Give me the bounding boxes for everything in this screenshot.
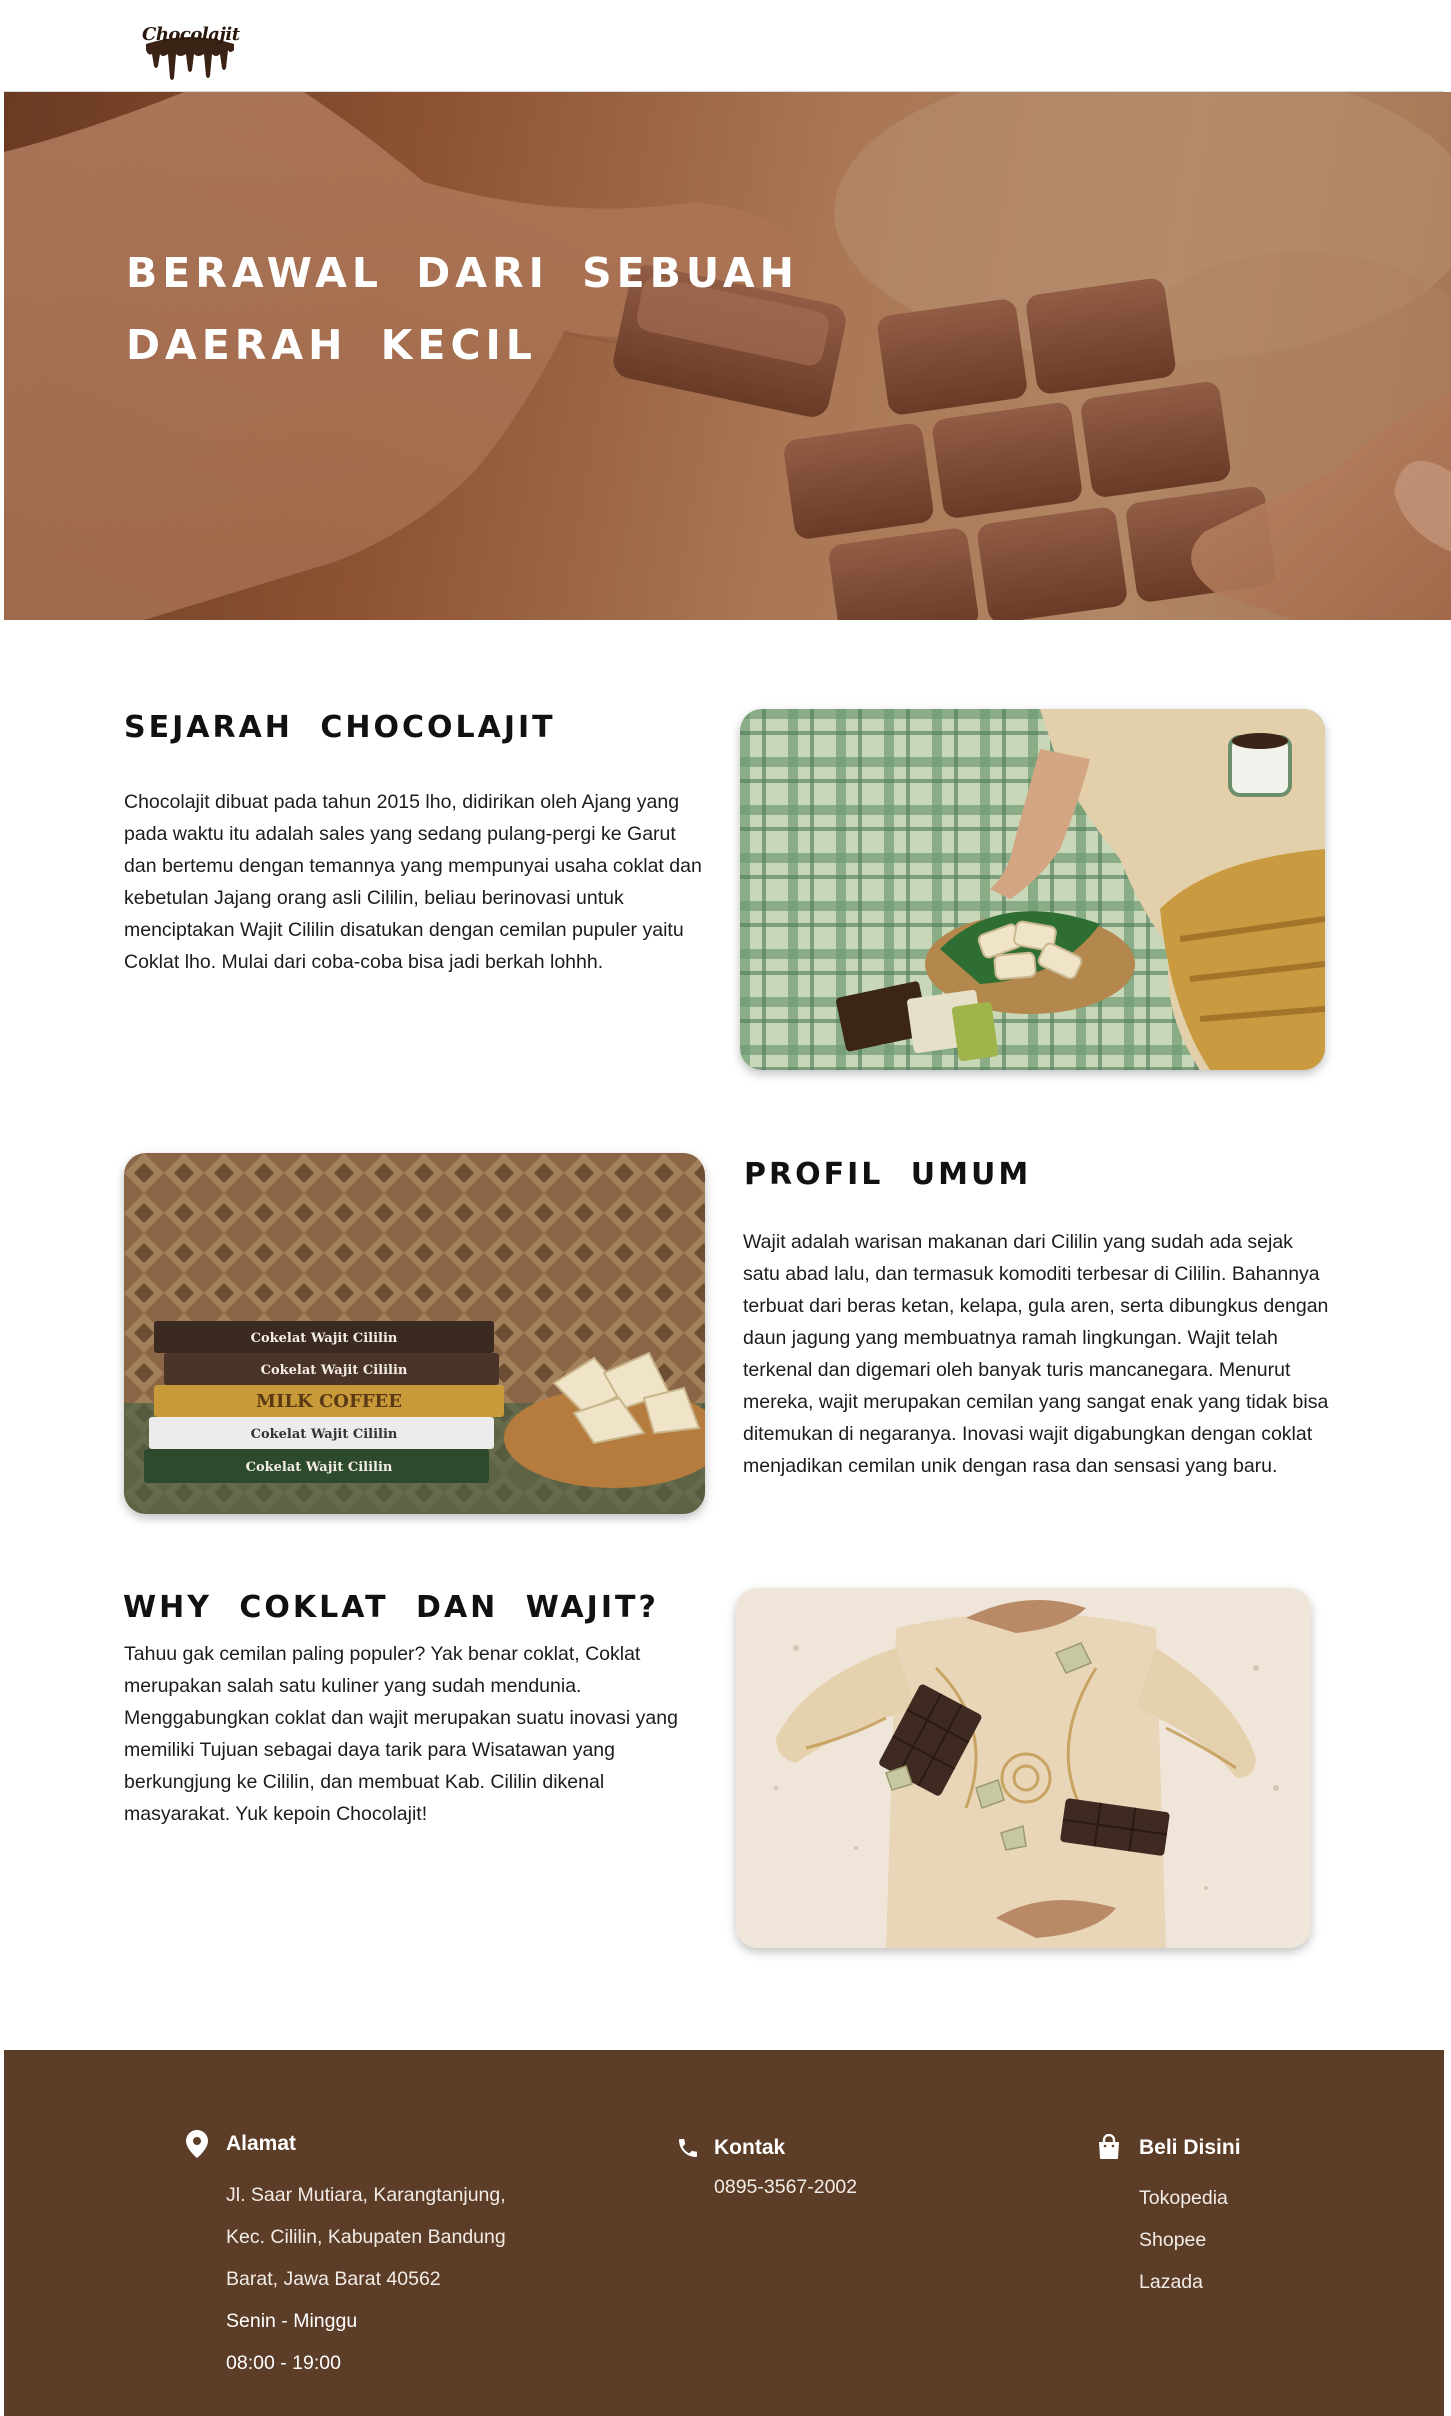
hero-banner: BERAWAL DARI SEBUAH DAERAH KECIL bbox=[4, 92, 1451, 620]
alamat-line-3: Barat, Jawa Barat 40562 bbox=[226, 2268, 441, 2290]
why-photo bbox=[736, 1588, 1311, 1948]
phone-number-link[interactable]: 0895-3567-2002 bbox=[714, 2176, 857, 2199]
alamat-line-1: Jl. Saar Mutiara, Karangtanjung, bbox=[226, 2184, 506, 2206]
pkg-label-3: MILK COFFEE bbox=[256, 1391, 402, 1412]
logo[interactable]: Chocolajit bbox=[138, 10, 242, 82]
dancer-chocolate-image bbox=[736, 1588, 1311, 1948]
alamat-line-2: Kec. Cililin, Kabupaten Bandung bbox=[226, 2226, 506, 2248]
kontak-heading: Kontak bbox=[714, 2136, 786, 2159]
tokopedia-link[interactable]: Tokopedia bbox=[1139, 2187, 1228, 2210]
shopee-link[interactable]: Shopee bbox=[1139, 2229, 1206, 2252]
why-text: Tahuu gak cemilan paling populer? Yak be… bbox=[124, 1643, 678, 1825]
map-pin-icon bbox=[186, 2130, 208, 2158]
phone-icon bbox=[679, 2139, 697, 2157]
logo-text: Chocolajit bbox=[142, 24, 240, 45]
wajit-picnic-image bbox=[740, 709, 1325, 1070]
pkg-label-1: Cokelat Wajit Cililin bbox=[251, 1331, 398, 1346]
pkg-label-4: Cokelat Wajit Cililin bbox=[251, 1427, 398, 1442]
profil-text: Wajit adalah warisan makanan dari Cilili… bbox=[743, 1231, 1329, 1477]
sejarah-text: Chocolajit dibuat pada tahun 2015 lho, d… bbox=[124, 791, 702, 973]
pkg-label-2: Cokelat Wajit Cililin bbox=[261, 1363, 408, 1378]
opening-hours: 08:00 - 19:00 bbox=[226, 2352, 341, 2374]
beli-heading: Beli Disini bbox=[1139, 2136, 1241, 2159]
profil-title: PROFIL UMUM bbox=[744, 1157, 1032, 1192]
site-footer: Alamat Jl. Saar Mutiara, Karangtanjung, … bbox=[4, 2050, 1444, 2416]
alamat-heading: Alamat bbox=[226, 2132, 297, 2155]
site-header: Chocolajit bbox=[4, 0, 1444, 92]
pkg-label-5: Cokelat Wajit Cililin bbox=[246, 1460, 393, 1475]
sejarah-photo bbox=[740, 709, 1325, 1070]
sejarah-title: SEJARAH CHOCOLAJIT bbox=[124, 710, 556, 745]
hero-title: BERAWAL DARI SEBUAH DAERAH KECIL bbox=[126, 249, 799, 369]
shopping-bag-icon bbox=[1099, 2134, 1119, 2159]
logo-drips-graphic bbox=[146, 37, 234, 80]
why-title: WHY COKLAT DAN WAJIT? bbox=[123, 1590, 659, 1625]
opening-days: Senin - Minggu bbox=[226, 2310, 358, 2332]
chocolate-packages-image: Cokelat Wajit Cililin Cokelat Wajit Cili… bbox=[124, 1153, 705, 1514]
lazada-link[interactable]: Lazada bbox=[1139, 2271, 1203, 2294]
profil-photo: Cokelat Wajit Cililin Cokelat Wajit Cili… bbox=[124, 1153, 705, 1514]
